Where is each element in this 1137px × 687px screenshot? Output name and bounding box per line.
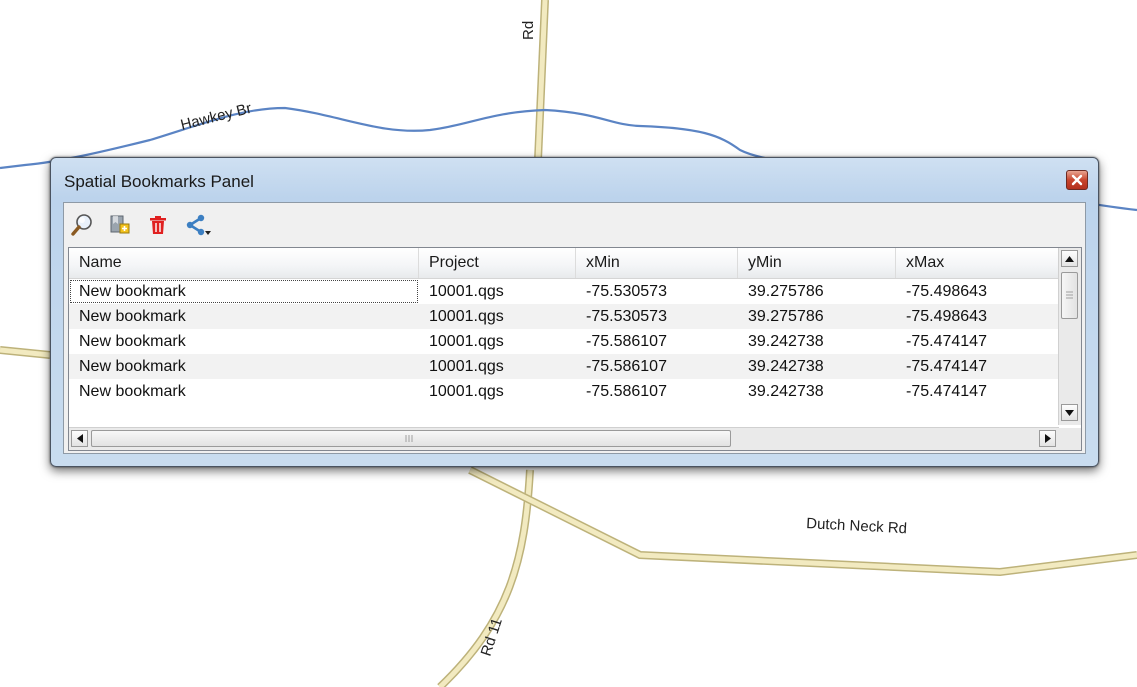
cell-xmax[interactable]: -75.474147 — [896, 379, 1059, 404]
table-header: Name Project xMin yMin xMax — [69, 248, 1059, 279]
cell-xmin[interactable]: -75.586107 — [576, 329, 738, 354]
cell-xmax[interactable]: -75.498643 — [896, 304, 1059, 329]
table-row[interactable]: New bookmark 10001.qgs -75.586107 39.242… — [69, 379, 1059, 404]
column-header-name[interactable]: Name — [69, 248, 419, 278]
cell-ymin[interactable]: 39.242738 — [738, 379, 896, 404]
scroll-right-button[interactable] — [1039, 430, 1056, 447]
cell-project[interactable]: 10001.qgs — [419, 329, 576, 354]
column-header-project[interactable]: Project — [419, 248, 576, 278]
cell-name[interactable]: New bookmark — [69, 279, 419, 304]
add-bookmark-icon — [110, 215, 130, 234]
delete-bookmark-button[interactable] — [146, 213, 170, 237]
cell-xmax[interactable]: -75.474147 — [896, 329, 1059, 354]
cell-ymin[interactable]: 39.275786 — [738, 304, 896, 329]
close-button[interactable] — [1066, 170, 1088, 190]
horizontal-scroll-thumb[interactable] — [91, 430, 731, 447]
arrow-down-icon — [1065, 409, 1074, 416]
column-header-xmax[interactable]: xMax — [896, 248, 1059, 278]
grip-icon — [1066, 291, 1073, 299]
table-row[interactable]: New bookmark 10001.qgs -75.586107 39.242… — [69, 329, 1059, 354]
cell-name[interactable]: New bookmark — [69, 304, 419, 329]
map-label-rd-top: Rd — [520, 21, 537, 40]
magnifier-icon — [71, 214, 92, 236]
cell-xmax[interactable]: -75.474147 — [896, 354, 1059, 379]
cell-ymin[interactable]: 39.242738 — [738, 354, 896, 379]
panel-title: Spatial Bookmarks Panel — [64, 172, 254, 191]
cell-xmin[interactable]: -75.586107 — [576, 354, 738, 379]
toolbar — [64, 203, 1085, 245]
cell-project[interactable]: 10001.qgs — [419, 304, 576, 329]
cell-xmin[interactable]: -75.530573 — [576, 279, 738, 304]
cell-name[interactable]: New bookmark — [69, 354, 419, 379]
horizontal-scrollbar[interactable] — [69, 427, 1059, 450]
map-label-rd11: Rd 11 — [478, 616, 506, 658]
table-row[interactable]: New bookmark 10001.qgs -75.586107 39.242… — [69, 354, 1059, 379]
cell-project[interactable]: 10001.qgs — [419, 379, 576, 404]
panel-content: Name Project xMin yMin xMax New bookmark… — [63, 202, 1086, 454]
cell-ymin[interactable]: 39.242738 — [738, 329, 896, 354]
share-icon — [186, 214, 211, 236]
column-header-xmin[interactable]: xMin — [576, 248, 738, 278]
bookmarks-table[interactable]: Name Project xMin yMin xMax New bookmark… — [68, 247, 1082, 451]
share-bookmarks-button[interactable] — [184, 213, 214, 237]
scroll-left-button[interactable] — [71, 430, 88, 447]
cell-xmin[interactable]: -75.586107 — [576, 379, 738, 404]
scroll-down-button[interactable] — [1061, 404, 1078, 421]
map-label-hawkey: Hawkey Br — [179, 100, 253, 134]
trash-icon — [150, 216, 166, 234]
close-icon — [1071, 174, 1083, 186]
cell-project[interactable]: 10001.qgs — [419, 354, 576, 379]
table-row[interactable]: New bookmark 10001.qgs -75.530573 39.275… — [69, 304, 1059, 329]
cell-xmax[interactable]: -75.498643 — [896, 279, 1059, 304]
vertical-scrollbar[interactable] — [1058, 248, 1081, 425]
cell-project[interactable]: 10001.qgs — [419, 279, 576, 304]
vertical-scroll-thumb[interactable] — [1061, 272, 1078, 319]
spatial-bookmarks-panel[interactable]: Spatial Bookmarks Panel Name Project xMi… — [50, 157, 1099, 467]
arrow-left-icon — [76, 434, 83, 443]
cell-ymin[interactable]: 39.275786 — [738, 279, 896, 304]
arrow-right-icon — [1044, 434, 1051, 443]
column-header-ymin[interactable]: yMin — [738, 248, 896, 278]
new-bookmark-button[interactable] — [108, 213, 132, 237]
map-label-dutch-neck: Dutch Neck Rd — [806, 515, 908, 537]
cell-name[interactable]: New bookmark — [69, 379, 419, 404]
arrow-up-icon — [1065, 255, 1074, 262]
grip-icon — [405, 435, 413, 442]
scroll-up-button[interactable] — [1061, 250, 1078, 267]
cell-xmin[interactable]: -75.530573 — [576, 304, 738, 329]
cell-name[interactable]: New bookmark — [69, 329, 419, 354]
scrollbar-corner — [1059, 428, 1081, 450]
zoom-to-bookmark-button[interactable] — [70, 213, 94, 237]
table-row[interactable]: New bookmark 10001.qgs -75.530573 39.275… — [69, 279, 1059, 304]
